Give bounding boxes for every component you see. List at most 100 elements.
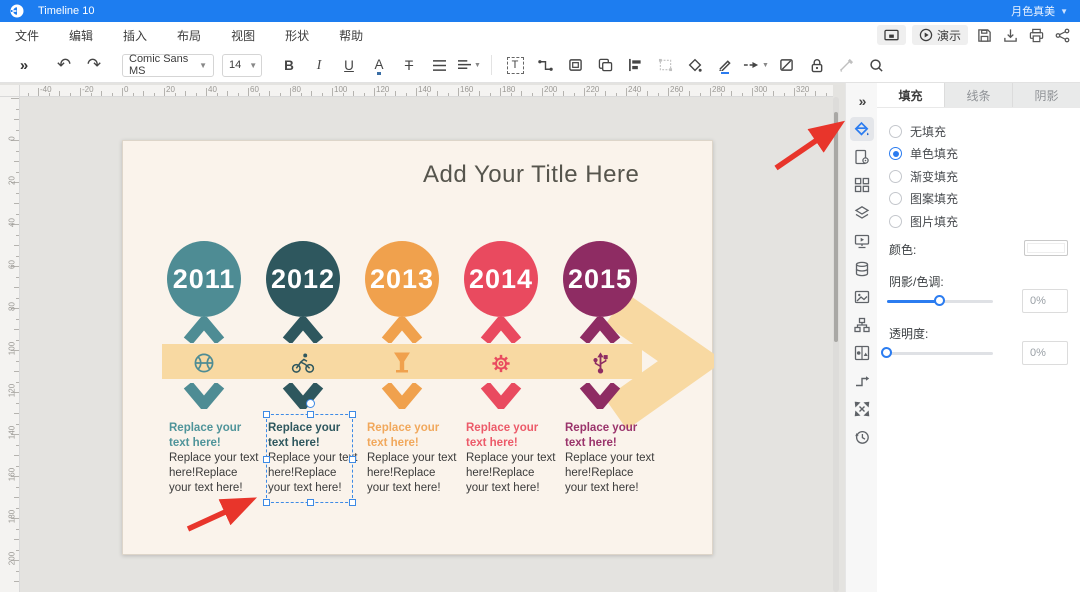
line-color-button[interactable] <box>713 53 737 77</box>
layers-icon[interactable] <box>850 201 874 225</box>
print-button[interactable] <box>1026 25 1046 45</box>
advanced-tools-button[interactable] <box>835 53 859 77</box>
lock-button[interactable] <box>805 53 829 77</box>
selection-handle[interactable] <box>349 499 356 506</box>
image-icon[interactable] <box>850 285 874 309</box>
remove-style-button[interactable] <box>775 53 799 77</box>
bold-button[interactable]: B <box>277 53 301 77</box>
share-button[interactable] <box>1052 25 1072 45</box>
drawing-page[interactable]: Add Your Title Here 2011 Replace your te… <box>122 140 714 555</box>
line-spacing-button[interactable] <box>427 53 451 77</box>
font-size-select[interactable]: 14 ▼ <box>222 53 262 77</box>
year-circle[interactable]: 2014 <box>464 241 538 317</box>
user-account-menu[interactable]: 月色真美 ▼ <box>1011 0 1068 22</box>
font-color-button[interactable]: A <box>367 53 391 77</box>
selection-handle[interactable] <box>349 411 356 418</box>
present-preview-button[interactable] <box>876 25 906 45</box>
data-icon[interactable] <box>850 257 874 281</box>
align-button[interactable] <box>623 53 647 77</box>
panel-tab-1[interactable]: 线条 <box>945 83 1013 107</box>
text-block[interactable]: Replace your text here! Replace your tex… <box>367 421 457 496</box>
save-button[interactable] <box>974 25 994 45</box>
year-circle[interactable]: 2013 <box>365 241 439 317</box>
page-setup-icon[interactable] <box>850 145 874 169</box>
canvas-workspace[interactable]: -40 -20 0 20 40 60 80 100 120 140 160 180 200 220 240 2… <box>0 83 845 592</box>
menu-item-3[interactable]: 布局 <box>162 22 216 48</box>
present-play-button[interactable]: 演示 <box>911 25 968 45</box>
group-button[interactable] <box>653 53 677 77</box>
radio-icon[interactable] <box>889 124 902 138</box>
presentation-icon[interactable] <box>850 229 874 253</box>
fill-color-swatch[interactable] <box>1024 240 1068 256</box>
duplicate-style-button[interactable] <box>593 53 617 77</box>
menu-item-5[interactable]: 形状 <box>270 22 324 48</box>
history-icon[interactable] <box>850 425 874 449</box>
chevron-down-shape[interactable] <box>477 381 525 413</box>
download-button[interactable] <box>1000 25 1020 45</box>
undo-button[interactable]: ↶ <box>52 53 76 77</box>
text-block[interactable]: Replace your text here! Replace your tex… <box>466 421 556 496</box>
chevron-down-shape[interactable] <box>180 381 228 413</box>
fill-option-4[interactable]: 图片填充 <box>889 210 1080 233</box>
scrollbar-thumb[interactable] <box>834 112 838 342</box>
opacity-slider[interactable] <box>881 347 993 359</box>
basketball-icon[interactable] <box>192 351 216 375</box>
page-title[interactable]: Add Your Title Here <box>423 161 683 189</box>
radio-icon[interactable] <box>889 214 902 228</box>
fill-color-button[interactable] <box>683 53 707 77</box>
underline-button[interactable]: U <box>337 53 361 77</box>
radio-icon[interactable] <box>889 192 902 206</box>
opacity-slider-handle[interactable] <box>881 347 892 358</box>
panel-tab-2[interactable]: 阴影 <box>1013 83 1080 107</box>
chevron-up-shape[interactable] <box>279 313 327 346</box>
fill-option-0[interactable]: 无填充 <box>889 120 1080 143</box>
menu-item-6[interactable]: 帮助 <box>324 22 378 48</box>
menu-item-0[interactable]: 文件 <box>0 22 54 48</box>
selection-handle[interactable] <box>263 411 270 418</box>
selection-handle[interactable] <box>263 456 270 463</box>
opacity-value-input[interactable]: 0% <box>1022 341 1068 365</box>
menu-item-2[interactable]: 插入 <box>108 22 162 48</box>
menu-item-4[interactable]: 视图 <box>216 22 270 48</box>
fill-bucket-icon[interactable] <box>849 117 874 141</box>
year-circle[interactable]: 2012 <box>266 241 340 317</box>
bring-forward-button[interactable] <box>563 53 587 77</box>
selection-handle[interactable] <box>307 499 314 506</box>
fill-option-2[interactable]: 渐变填充 <box>889 165 1080 188</box>
chevron-up-shape[interactable] <box>180 313 228 346</box>
text-block[interactable]: Replace your text here! Replace your tex… <box>169 421 259 496</box>
chevron-up-shape[interactable] <box>576 313 624 346</box>
text-align-button[interactable]: ▼ <box>457 53 481 77</box>
selection-box[interactable] <box>263 411 356 506</box>
chevron-down-shape[interactable] <box>576 381 624 413</box>
redo-button[interactable]: ↷ <box>82 53 106 77</box>
usb-icon[interactable] <box>588 351 612 375</box>
chevron-down-shape[interactable] <box>378 381 426 413</box>
line-style-button[interactable]: ▼ <box>743 53 769 77</box>
fill-option-1[interactable]: 单色填充 <box>889 143 1080 166</box>
menu-item-1[interactable]: 编辑 <box>54 22 108 48</box>
chevron-down-shape[interactable] <box>279 381 327 413</box>
strikethrough-button[interactable]: T <box>397 53 421 77</box>
year-circle[interactable]: 2015 <box>563 241 637 317</box>
search-button[interactable] <box>865 53 889 77</box>
selection-handle[interactable] <box>349 456 356 463</box>
cyclist-icon[interactable] <box>291 351 315 375</box>
shape-library-icon[interactable] <box>850 173 874 197</box>
clipart-icon[interactable] <box>850 341 874 365</box>
radio-icon[interactable] <box>889 147 902 161</box>
year-circle[interactable]: 2011 <box>167 241 241 317</box>
fit-view-icon[interactable] <box>850 397 874 421</box>
selection-handle[interactable] <box>263 499 270 506</box>
org-chart-icon[interactable] <box>850 313 874 337</box>
shade-slider-handle[interactable] <box>934 295 945 306</box>
fill-option-3[interactable]: 图案填充 <box>889 188 1080 211</box>
shade-slider[interactable] <box>887 295 993 307</box>
italic-button[interactable]: I <box>307 53 331 77</box>
collapse-panel-icon[interactable]: » <box>850 89 874 113</box>
connector-tool-icon[interactable] <box>850 369 874 393</box>
panel-tab-0[interactable]: 填充 <box>877 83 945 107</box>
font-family-select[interactable]: Comic Sans MS ▼ <box>122 53 214 77</box>
chevron-up-shape[interactable] <box>477 313 525 346</box>
text-box-tool[interactable]: T <box>503 53 527 77</box>
